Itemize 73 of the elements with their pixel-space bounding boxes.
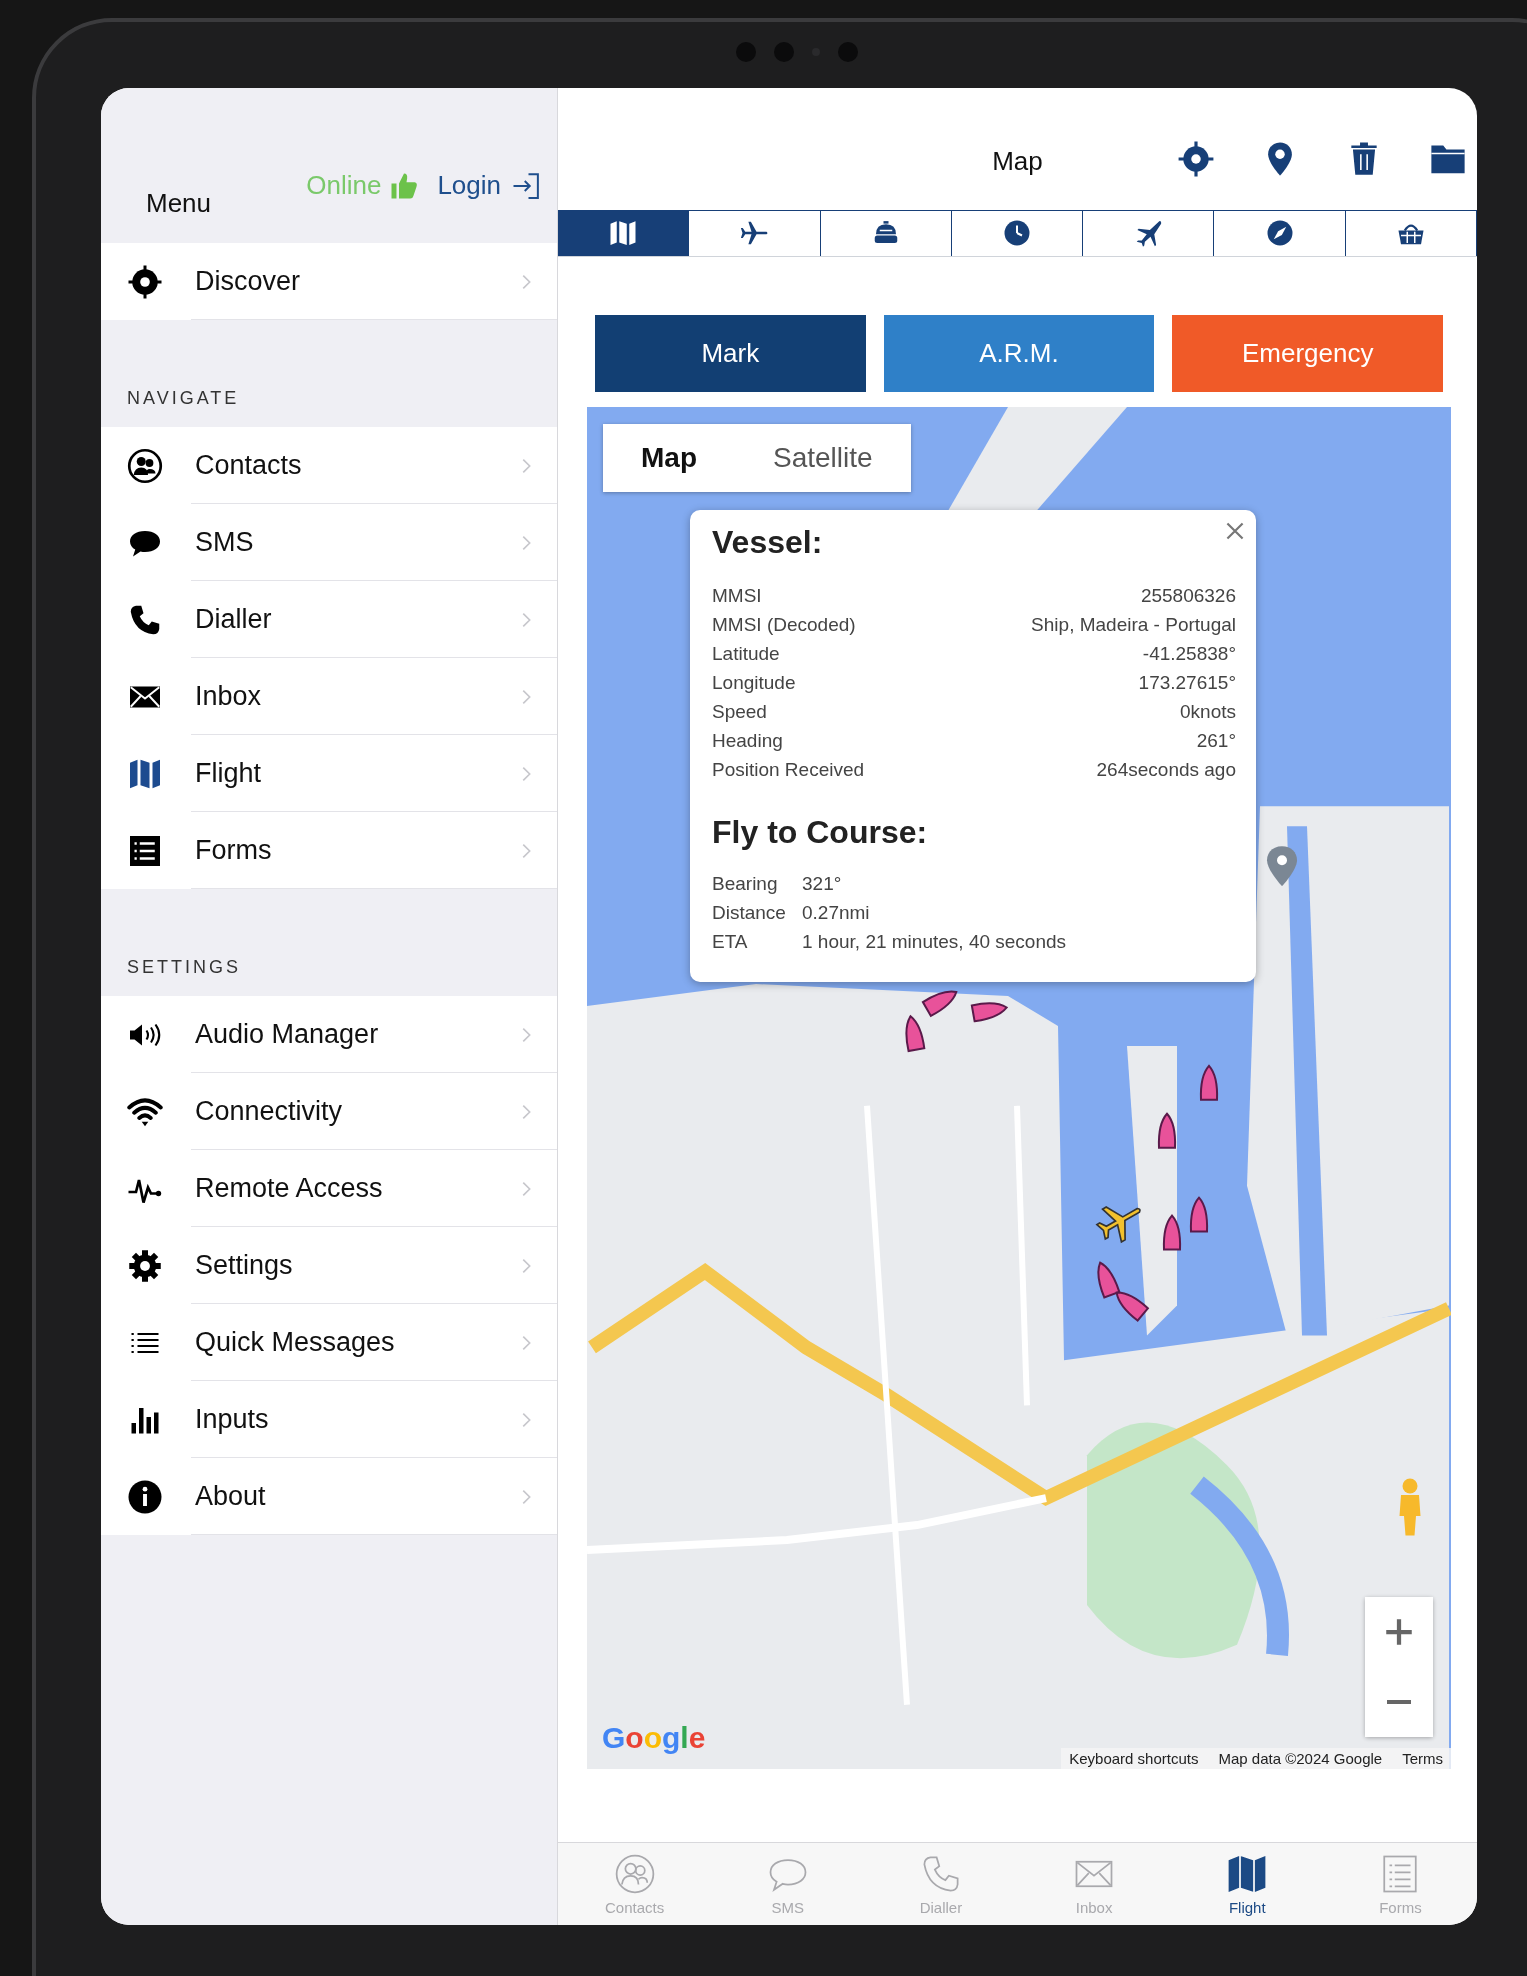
menu-item[interactable]: Settings: [101, 1227, 557, 1304]
info-label: ETA: [712, 929, 749, 954]
minus-icon: [1386, 1699, 1412, 1704]
tab-bar-item[interactable]: Flight: [1170, 1843, 1324, 1925]
vessel-marker-icon[interactable]: [1097, 1261, 1121, 1298]
menu-item[interactable]: Flight: [101, 735, 557, 812]
menu-item[interactable]: Inbox: [101, 658, 557, 735]
target-icon: [127, 263, 163, 300]
login-button[interactable]: Login: [437, 170, 541, 201]
menu-item[interactable]: Discover: [101, 243, 557, 320]
info-value: Ship, Madeira - Portugal: [1030, 612, 1236, 637]
info-value: 264seconds ago: [1095, 757, 1236, 782]
info-title: Fly to Course:: [712, 813, 929, 851]
info-value: 1 hour, 21 minutes, 40 seconds: [802, 929, 1068, 954]
info-icon: [127, 1478, 163, 1515]
info-value: 255806326: [1139, 583, 1236, 608]
menu-item[interactable]: Contacts: [101, 427, 557, 504]
login-icon: [511, 170, 541, 201]
page-title: Map: [992, 146, 1043, 177]
info-value: 173.27615°: [1137, 670, 1236, 695]
map-type-tab[interactable]: Map: [603, 423, 735, 492]
section-heading: NAVIGATE: [127, 388, 240, 409]
settings-icon: [127, 1247, 163, 1284]
vessel-marker-icon[interactable]: [905, 1014, 926, 1052]
menu-item[interactable]: Inputs: [101, 1381, 557, 1458]
target-icon: [1177, 139, 1215, 178]
info-label: Heading: [712, 728, 784, 753]
info-label: Speed: [712, 699, 768, 724]
mode-tab[interactable]: [558, 210, 690, 256]
contacts-icon: [127, 447, 163, 484]
vessel-marker-icon[interactable]: [1162, 1214, 1182, 1251]
menu-item[interactable]: Audio Manager: [101, 996, 557, 1073]
vessel-marker-icon[interactable]: [1157, 1112, 1177, 1149]
vessel-marker-icon[interactable]: [1115, 1291, 1149, 1322]
info-value: 0.27nmi: [802, 900, 871, 925]
contacts-icon: [613, 1852, 656, 1895]
map-footer-link[interactable]: Terms: [1402, 1750, 1443, 1768]
menu-item[interactable]: Quick Messages: [101, 1304, 557, 1381]
info-label: Longitude: [712, 670, 797, 695]
menu-item[interactable]: SMS: [101, 504, 557, 581]
vessel-marker-icon[interactable]: [1199, 1064, 1219, 1101]
vessel-marker-icon[interactable]: [921, 990, 958, 1017]
menu-item[interactable]: Dialler: [101, 581, 557, 658]
online-status: Online: [306, 170, 382, 201]
info-label: MMSI (Decoded): [712, 612, 857, 637]
info-value: -41.25838°: [1141, 641, 1236, 666]
map-type-tab[interactable]: Satellite: [735, 423, 911, 492]
menu-item[interactable]: Connectivity: [101, 1073, 557, 1150]
locate-button[interactable]: [1177, 139, 1215, 178]
zoom-in-button[interactable]: [1365, 1596, 1433, 1667]
menu-title: Menu: [146, 188, 212, 219]
menu-item[interactable]: Forms: [101, 812, 557, 889]
vessel-marker-icon[interactable]: [1189, 1196, 1209, 1233]
info-label: Position Received: [712, 757, 865, 782]
info-value: 261°: [1195, 728, 1236, 753]
map-footer-link[interactable]: Map data ©2024 Google: [1218, 1750, 1383, 1768]
menu-item[interactable]: Remote Access: [101, 1150, 557, 1227]
info-value: 0knots: [1179, 699, 1236, 724]
action-button[interactable]: A.R.M.: [883, 314, 1155, 392]
map-logo: Google: [602, 1721, 706, 1756]
map-pin-icon[interactable]: [1267, 845, 1297, 886]
info-label: Bearing: [712, 871, 779, 896]
section-heading: SETTINGS: [127, 957, 241, 978]
action-button[interactable]: Mark: [595, 314, 866, 392]
vessel-marker-icon[interactable]: [970, 1002, 1008, 1022]
info-label: Latitude: [712, 641, 781, 666]
info-label: Distance: [712, 900, 787, 925]
info-label: MMSI: [712, 583, 763, 608]
airplane-icon[interactable]: [1096, 1205, 1141, 1243]
info-title: Vessel:: [712, 523, 824, 561]
info-value: 321°: [802, 871, 843, 896]
map-footer-link[interactable]: Keyboard shortcuts: [1069, 1750, 1199, 1768]
menu-item[interactable]: About: [101, 1458, 557, 1535]
